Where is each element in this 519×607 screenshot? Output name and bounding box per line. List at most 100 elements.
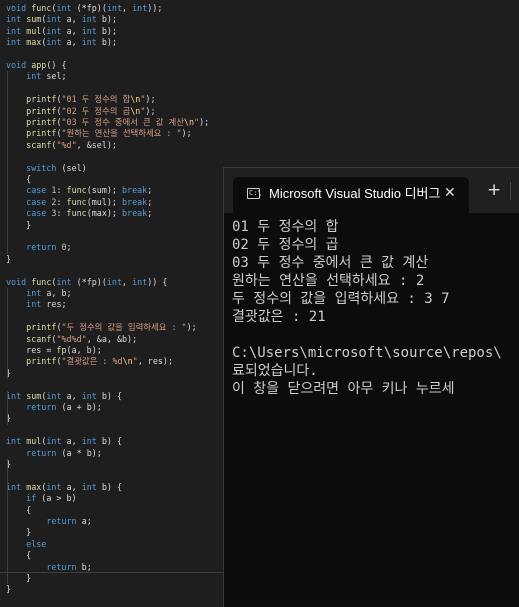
terminal-tab-bar: C:\ Microsoft Visual Studio 디버그 ✕ +: [224, 168, 519, 213]
code-token: int: [81, 481, 97, 492]
code-line: printf("01 두 정수의 합\n");: [6, 94, 156, 105]
debug-console-window[interactable]: C:\ Microsoft Visual Studio 디버그 ✕ + 01 두…: [223, 167, 519, 607]
code-token: "결괏값은 : %d: [61, 356, 123, 367]
code-token: b);: [96, 37, 117, 48]
close-tab-button[interactable]: ✕: [444, 184, 456, 202]
code-token: :: [56, 208, 67, 219]
output-line: C:\Users\microsoft\source\repos\: [232, 345, 502, 361]
code-token: {: [6, 550, 32, 561]
code-token: "%d%d": [56, 333, 87, 344]
terminal-tab[interactable]: C:\ Microsoft Visual Studio 디버그 ✕: [233, 177, 469, 213]
code-line: {: [6, 174, 31, 185]
code-token: int: [81, 37, 97, 48]
code-token: res =: [6, 345, 57, 355]
indent-guide: [7, 504, 8, 539]
code-line: scanf("%d%d", &a, &b);: [6, 334, 137, 345]
code-line: if (a > b): [6, 493, 76, 504]
code-line: int a, b;: [6, 288, 71, 299]
code-token: (a * b);: [56, 447, 102, 458]
code-token: \n: [130, 94, 141, 105]
code-token: int: [56, 276, 72, 287]
code-token: int: [81, 390, 97, 401]
code-token: )) {: [147, 276, 168, 287]
code-token: ;: [147, 196, 153, 207]
code-token: int: [132, 3, 148, 13]
code-token: int: [46, 37, 62, 48]
code-line: case 3: func(max); break;: [6, 208, 152, 219]
code-token: int: [26, 299, 42, 310]
code-line: else: [6, 539, 46, 550]
code-token: void: [6, 3, 27, 13]
code-token: b) {: [96, 390, 123, 401]
code-token: \n: [130, 105, 141, 116]
indent-guide: [7, 550, 8, 585]
code-token: :: [56, 185, 67, 196]
code-token: (sel): [56, 162, 87, 173]
code-token: res;: [41, 299, 67, 310]
code-token: return: [46, 561, 77, 572]
code-token: (a, b);: [66, 345, 102, 355]
code-token: ,: [122, 3, 133, 13]
code-token: b) {: [96, 481, 123, 492]
code-token: a,: [61, 14, 82, 25]
code-token: {: [6, 504, 32, 515]
code-line: }: [6, 254, 11, 265]
code-token: int: [106, 276, 123, 287]
code-line: printf("결괏값은 : %d\n", res);: [6, 356, 173, 367]
code-line: int mul(int a, int b);: [6, 26, 117, 37]
code-line: int sel;: [6, 71, 66, 82]
code-token: int: [6, 25, 22, 36]
code-line: void func(int (*fp)(int, int));: [6, 3, 162, 14]
code-token: int: [26, 71, 42, 82]
code-line: printf("원하는 연산을 선택하세요 : ");: [6, 128, 191, 139]
code-token: break: [122, 208, 148, 219]
code-token: int: [81, 14, 97, 25]
code-token: break: [122, 196, 148, 207]
code-token: max: [26, 37, 42, 48]
console-output[interactable]: 01 두 정수의 합 02 두 정수의 곱 03 두 정수 중에서 큰 값 계산…: [224, 213, 519, 607]
code-line: int sum(int a, int b);: [6, 14, 117, 25]
code-token: fp: [56, 345, 67, 355]
code-line: scanf("%d", &sel);: [6, 140, 117, 151]
code-token: func: [66, 208, 87, 219]
code-token: case: [26, 185, 47, 196]
code-token: ;: [147, 185, 153, 196]
code-token: , &sel);: [76, 139, 117, 150]
code-token: }: [6, 219, 32, 230]
new-tab-button[interactable]: +: [487, 181, 501, 199]
output-line: 이 창을 닫으려면 아무 키나 누르세: [232, 381, 455, 397]
code-line: case 2: func(mul); break;: [6, 197, 152, 208]
code-token: int: [132, 276, 148, 287]
code-token: "03 두 정수 중에서 큰 값 계산: [61, 117, 184, 127]
code-token: printf: [26, 356, 57, 367]
code-token: "%d": [56, 139, 77, 150]
code-token: );: [199, 117, 210, 127]
code-token: ;: [147, 208, 153, 219]
code-token: (max);: [86, 208, 122, 219]
code-line: res = fp(a, b);: [6, 345, 102, 356]
output-line: 02 두 정수의 곱: [232, 237, 339, 253]
code-token: int: [6, 14, 22, 25]
code-token: ));: [147, 3, 163, 13]
code-token: int: [46, 481, 62, 492]
output-line: 결괏값은 : 21: [232, 309, 326, 325]
code-token: "02 두 정수의 곱: [61, 105, 131, 116]
code-token: a;: [76, 516, 92, 526]
code-token: b) {: [96, 436, 123, 447]
code-token: );: [145, 94, 156, 105]
code-token: sum: [26, 390, 42, 401]
code-line: int max(int a, int b) {: [6, 482, 122, 493]
code-token: func: [66, 185, 87, 196]
code-token: void: [6, 60, 27, 70]
code-token: printf: [26, 94, 57, 105]
code-line: {: [6, 505, 31, 516]
